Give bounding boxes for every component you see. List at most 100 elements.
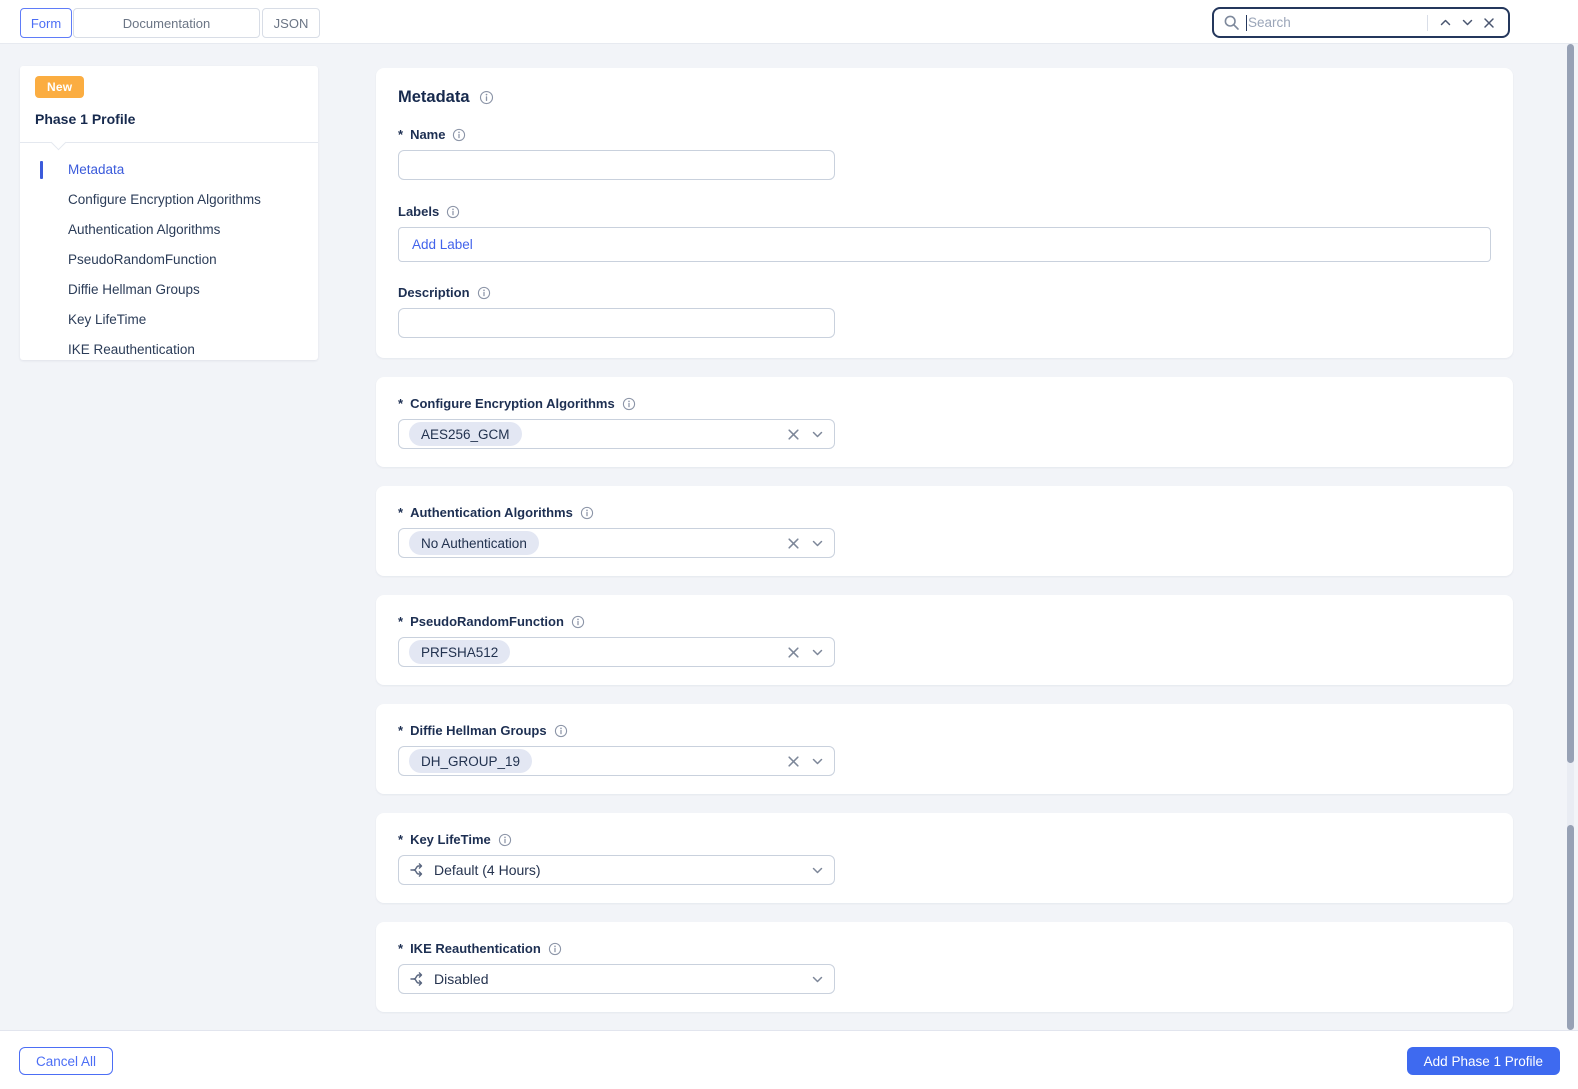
clear-icon[interactable] xyxy=(787,646,800,659)
view-tab-group: Form Documentation JSON xyxy=(20,8,320,38)
metadata-card: Metadata * Name Labels Add Label Descrip… xyxy=(376,68,1513,358)
field-label: PseudoRandomFunction xyxy=(410,614,564,629)
sidebar-nav-item[interactable]: Configure Encryption Algorithms xyxy=(20,185,318,215)
chevron-down-icon[interactable] xyxy=(811,973,824,986)
panel-title: Phase 1 Profile xyxy=(35,111,136,127)
required-marker: * xyxy=(398,505,404,520)
info-icon[interactable] xyxy=(571,615,585,629)
info-icon[interactable] xyxy=(452,128,466,142)
info-icon[interactable] xyxy=(554,724,568,738)
chevron-down-icon[interactable] xyxy=(1456,12,1478,34)
field-label-name: Name xyxy=(410,127,446,142)
form-field-card: * Diffie Hellman Groups DH_GROUP_19 xyxy=(376,704,1513,794)
selected-option-chip: AES256_GCM xyxy=(409,422,522,446)
inherit-branch-icon xyxy=(409,971,425,987)
divider xyxy=(1427,14,1428,31)
required-marker: * xyxy=(398,941,404,956)
chevron-down-icon[interactable] xyxy=(811,646,824,659)
field-label-description: Description xyxy=(398,285,470,300)
add-label-button[interactable]: Add Label xyxy=(412,237,473,252)
info-icon[interactable] xyxy=(477,286,491,300)
selected-option-chip: No Authentication xyxy=(409,531,539,555)
form-field-card: * Configure Encryption Algorithms AES256… xyxy=(376,377,1513,467)
search-icon xyxy=(1223,14,1240,31)
sidebar-item-label: PseudoRandomFunction xyxy=(68,252,217,267)
sidebar-item-label: Metadata xyxy=(68,162,125,177)
sidebar-item-label: Diffie Hellman Groups xyxy=(68,282,200,297)
select-control[interactable]: Default (4 Hours) xyxy=(398,855,835,885)
status-badge: New xyxy=(35,76,85,98)
form-field-card: * PseudoRandomFunction PRFSHA512 xyxy=(376,595,1513,685)
form-area: Metadata * Name Labels Add Label Descrip… xyxy=(376,68,1513,1030)
field-label: Configure Encryption Algorithms xyxy=(410,396,615,411)
field-label-labels: Labels xyxy=(398,204,440,219)
section-nav-list: Metadata Configure Encryption Algorithms… xyxy=(20,143,318,365)
sidebar-nav-item[interactable]: Metadata xyxy=(20,155,318,185)
select-value: Default (4 Hours) xyxy=(434,862,541,878)
search-input[interactable] xyxy=(1248,15,1421,30)
chevron-down-icon[interactable] xyxy=(811,428,824,441)
field-label: Diffie Hellman Groups xyxy=(410,723,547,738)
chevron-down-icon[interactable] xyxy=(811,537,824,550)
sidebar-item-label: IKE Reauthentication xyxy=(68,342,195,357)
select-control[interactable]: DH_GROUP_19 xyxy=(398,746,835,776)
selected-option-chip: DH_GROUP_19 xyxy=(409,749,533,773)
selected-option-chip: PRFSHA512 xyxy=(409,640,511,664)
form-field-card: * Key LifeTime Default (4 Hours) xyxy=(376,813,1513,903)
labels-field[interactable]: Add Label xyxy=(398,227,1491,262)
sidebar-nav-item[interactable]: Key LifeTime xyxy=(20,305,318,335)
description-field[interactable] xyxy=(398,308,835,338)
sidebar-item-label: Authentication Algorithms xyxy=(68,222,221,237)
required-marker: * xyxy=(398,127,404,142)
chevron-up-icon[interactable] xyxy=(1434,12,1456,34)
scrollbar-thumb[interactable] xyxy=(1567,44,1574,763)
clear-icon[interactable] xyxy=(787,755,800,768)
required-marker: * xyxy=(398,614,404,629)
chevron-down-icon[interactable] xyxy=(811,755,824,768)
page-body: New Phase 1 Profile Metadata Configure E… xyxy=(0,44,1578,1030)
required-marker: * xyxy=(398,832,404,847)
inherit-branch-icon xyxy=(409,862,425,878)
scrollbar-thumb[interactable] xyxy=(1567,825,1574,1030)
info-icon[interactable] xyxy=(580,506,594,520)
tab-documentation[interactable]: Documentation xyxy=(73,8,260,38)
divider xyxy=(20,134,318,151)
form-field-card: * Authentication Algorithms No Authentic… xyxy=(376,486,1513,576)
clear-icon[interactable] xyxy=(787,537,800,550)
sidebar-item-label: Configure Encryption Algorithms xyxy=(68,192,261,207)
info-icon[interactable] xyxy=(622,397,636,411)
required-marker: * xyxy=(398,396,404,411)
info-icon[interactable] xyxy=(479,90,494,105)
required-marker: * xyxy=(398,723,404,738)
sidebar-nav-item[interactable]: PseudoRandomFunction xyxy=(20,245,318,275)
search-bar[interactable] xyxy=(1212,7,1510,38)
cancel-all-button[interactable]: Cancel All xyxy=(19,1047,114,1075)
form-field-card: * IKE Reauthentication Disabled xyxy=(376,922,1513,1012)
text-cursor xyxy=(1246,14,1247,31)
add-phase1-profile-button[interactable]: Add Phase 1 Profile xyxy=(1406,1047,1560,1075)
select-control[interactable]: Disabled xyxy=(398,964,835,994)
field-label: Key LifeTime xyxy=(410,832,491,847)
select-value: Disabled xyxy=(434,971,489,987)
close-icon[interactable] xyxy=(1478,12,1500,34)
field-label: Authentication Algorithms xyxy=(410,505,573,520)
top-bar: Form Documentation JSON xyxy=(0,0,1578,44)
sidebar-item-label: Key LifeTime xyxy=(68,312,147,327)
action-bar: Cancel All Add Phase 1 Profile xyxy=(0,1030,1578,1089)
sidebar-nav-item[interactable]: Diffie Hellman Groups xyxy=(20,275,318,305)
select-control[interactable]: No Authentication xyxy=(398,528,835,558)
select-control[interactable]: AES256_GCM xyxy=(398,419,835,449)
tab-json[interactable]: JSON xyxy=(262,8,320,38)
field-label: IKE Reauthentication xyxy=(410,941,541,956)
info-icon[interactable] xyxy=(446,205,460,219)
info-icon[interactable] xyxy=(498,833,512,847)
clear-icon[interactable] xyxy=(787,428,800,441)
name-field[interactable] xyxy=(398,150,835,180)
info-icon[interactable] xyxy=(548,942,562,956)
sidebar-nav-item[interactable]: Authentication Algorithms xyxy=(20,215,318,245)
select-control[interactable]: PRFSHA512 xyxy=(398,637,835,667)
chevron-down-icon[interactable] xyxy=(811,864,824,877)
tab-form[interactable]: Form xyxy=(20,8,72,38)
section-nav-panel: New Phase 1 Profile Metadata Configure E… xyxy=(20,66,318,360)
sidebar-nav-item[interactable]: IKE Reauthentication xyxy=(20,335,318,365)
